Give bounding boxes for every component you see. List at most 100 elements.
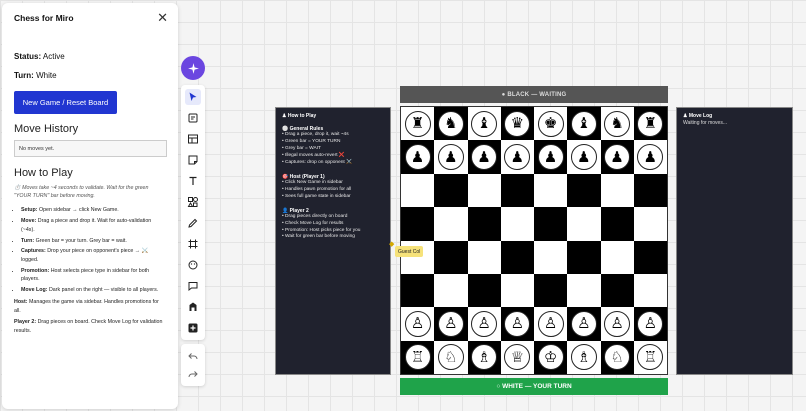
square-h2[interactable]: ♙ (633, 307, 667, 341)
square-d6[interactable] (500, 173, 534, 208)
white-piece-c1[interactable]: ♗ (471, 344, 498, 371)
new-game-button[interactable]: New Game / Reset Board (14, 91, 117, 114)
square-e1[interactable]: ♔ (534, 340, 568, 374)
how-to-play-panel[interactable]: ♟ How to Play ⚪ General Rules • Drag a p… (275, 107, 391, 375)
square-a7[interactable]: ♟ (401, 140, 435, 174)
square-d4[interactable] (500, 240, 534, 274)
square-g3[interactable] (600, 273, 634, 308)
square-d3[interactable] (500, 273, 534, 308)
black-piece-a7[interactable]: ♟ (404, 144, 431, 171)
square-d8[interactable]: ♛ (500, 107, 534, 141)
upload-tool[interactable] (185, 299, 201, 315)
square-e5[interactable] (534, 207, 568, 241)
square-f1[interactable]: ♗ (567, 340, 601, 374)
square-f4[interactable] (567, 240, 601, 274)
square-b2[interactable]: ♙ (434, 307, 468, 341)
square-b8[interactable]: ♞ (434, 107, 468, 141)
templates-tool[interactable] (185, 110, 201, 126)
white-piece-g1[interactable]: ♘ (604, 344, 631, 371)
square-c1[interactable]: ♗ (467, 340, 501, 374)
square-b7[interactable]: ♟ (434, 140, 468, 174)
white-piece-c2[interactable]: ♙ (471, 310, 498, 337)
black-piece-g7[interactable]: ♟ (604, 144, 631, 171)
square-a5[interactable] (401, 207, 435, 241)
square-f5[interactable] (567, 207, 601, 241)
square-b1[interactable]: ♘ (434, 340, 468, 374)
square-e7[interactable]: ♟ (534, 140, 568, 174)
text-tool[interactable] (185, 173, 201, 189)
square-h8[interactable]: ♜ (633, 107, 667, 141)
frame-tool[interactable] (185, 236, 201, 252)
square-g2[interactable]: ♙ (600, 307, 634, 341)
white-piece-b1[interactable]: ♘ (437, 344, 464, 371)
white-piece-b2[interactable]: ♙ (437, 310, 464, 337)
square-e8[interactable]: ♚ (534, 107, 568, 141)
black-piece-g8[interactable]: ♞ (604, 110, 631, 137)
square-c3[interactable] (467, 273, 501, 308)
white-piece-f2[interactable]: ♙ (570, 310, 597, 337)
square-c6[interactable] (467, 173, 501, 208)
black-piece-h8[interactable]: ♜ (637, 110, 664, 137)
square-f2[interactable]: ♙ (567, 307, 601, 341)
white-piece-h1[interactable]: ♖ (637, 344, 664, 371)
table-tool[interactable] (185, 131, 201, 147)
black-piece-h7[interactable]: ♟ (637, 144, 664, 171)
square-d1[interactable]: ♕ (500, 340, 534, 374)
square-b3[interactable] (434, 273, 468, 308)
square-d2[interactable]: ♙ (500, 307, 534, 341)
square-h7[interactable]: ♟ (633, 140, 667, 174)
square-c8[interactable]: ♝ (467, 107, 501, 141)
square-a1[interactable]: ♖ (401, 340, 435, 374)
square-a8[interactable]: ♜ (401, 107, 435, 141)
square-d5[interactable] (500, 207, 534, 241)
white-piece-e1[interactable]: ♔ (537, 344, 564, 371)
square-e6[interactable] (534, 173, 568, 208)
square-d7[interactable]: ♟ (500, 140, 534, 174)
black-piece-e7[interactable]: ♟ (537, 144, 564, 171)
comment-tool[interactable] (185, 278, 201, 294)
square-e3[interactable] (534, 273, 568, 308)
square-h6[interactable] (633, 173, 667, 208)
square-e2[interactable]: ♙ (534, 307, 568, 341)
white-piece-d2[interactable]: ♙ (504, 310, 531, 337)
square-b4[interactable] (434, 240, 468, 274)
square-b6[interactable] (434, 173, 468, 208)
square-b5[interactable] (434, 207, 468, 241)
black-piece-e8[interactable]: ♚ (537, 110, 564, 137)
square-f3[interactable] (567, 273, 601, 308)
black-piece-b7[interactable]: ♟ (437, 144, 464, 171)
white-piece-e2[interactable]: ♙ (537, 310, 564, 337)
square-g4[interactable] (600, 240, 634, 274)
square-a3[interactable] (401, 273, 435, 308)
square-c5[interactable] (467, 207, 501, 241)
add-more-tool[interactable] (185, 320, 201, 336)
square-c2[interactable]: ♙ (467, 307, 501, 341)
square-h5[interactable] (633, 207, 667, 241)
square-h1[interactable]: ♖ (633, 340, 667, 374)
close-icon[interactable]: ✕ (157, 10, 168, 26)
black-piece-c7[interactable]: ♟ (471, 144, 498, 171)
sticky-note-tool[interactable] (185, 152, 201, 168)
ai-sparkle-button[interactable] (181, 56, 205, 80)
white-piece-a2[interactable]: ♙ (404, 310, 431, 337)
square-g6[interactable] (600, 173, 634, 208)
white-piece-g2[interactable]: ♙ (604, 310, 631, 337)
black-piece-c8[interactable]: ♝ (471, 110, 498, 137)
white-piece-a1[interactable]: ♖ (404, 344, 431, 371)
undo-button[interactable] (185, 348, 201, 364)
square-c4[interactable] (467, 240, 501, 274)
square-f7[interactable]: ♟ (567, 140, 601, 174)
square-h3[interactable] (633, 273, 667, 308)
square-h4[interactable] (633, 240, 667, 274)
black-piece-d7[interactable]: ♟ (504, 144, 531, 171)
square-e4[interactable] (534, 240, 568, 274)
square-a2[interactable]: ♙ (401, 307, 435, 341)
emoji-tool[interactable] (185, 257, 201, 273)
square-f6[interactable] (567, 173, 601, 208)
square-g5[interactable] (600, 207, 634, 241)
pen-tool[interactable] (185, 215, 201, 231)
white-piece-h2[interactable]: ♙ (637, 310, 664, 337)
square-f8[interactable]: ♝ (567, 107, 601, 141)
square-a6[interactable] (401, 173, 435, 208)
shapes-tool[interactable] (185, 194, 201, 210)
